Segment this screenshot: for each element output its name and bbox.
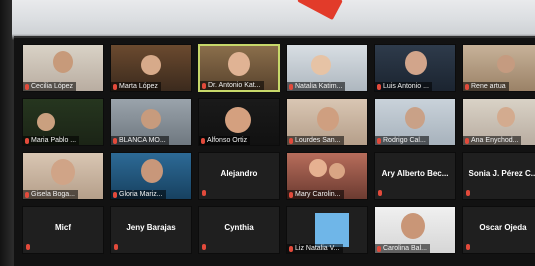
participant-tile[interactable]: Ana Enychod... [462,98,535,146]
muted-mic-icon [466,190,470,196]
participant-name: BLANCA MO... [111,136,169,145]
participant-tile[interactable]: Alfonso Ortiz [198,98,280,146]
muted-mic-icon [25,83,29,90]
muted-mic-icon [378,190,382,196]
participant-name: Natalia Katim... [287,82,346,91]
participant-name: Oscar Ojeda [479,223,527,232]
participant-tile[interactable]: Gisela Boga... [22,152,104,200]
muted-mic-icon [289,137,293,144]
participant-name: Alejandro [220,169,258,178]
participant-name: Rene artua [463,82,509,91]
participant-name: Cynthia [224,223,254,232]
muted-mic-icon [202,244,206,250]
muted-mic-icon [26,244,30,250]
muted-mic-icon [113,83,117,90]
participant-tile[interactable]: Luis Antonio ... [374,44,456,92]
muted-mic-icon [377,137,381,144]
participant-name: Jeny Barajas [126,223,176,232]
participant-name: Alfonso Ortiz [199,136,251,145]
zoom-meeting-photo: Cecilia López Marta López Dr. Antonio Ka… [0,0,535,266]
participant-tile-name-only[interactable]: Sonia J. Pérez C... [462,152,535,200]
participant-tile-name-only[interactable]: Jeny Barajas [110,206,192,254]
participant-tile[interactable]: Marta López [110,44,192,92]
muted-mic-icon [466,244,470,250]
participant-name: Carolina Bal... [375,244,430,253]
participant-name: Gloria Mariz... [111,190,166,199]
participant-tile[interactable]: Rene artua [462,44,535,92]
participant-tile-name-only[interactable]: Oscar Ojeda [462,206,535,254]
muted-mic-icon [289,83,293,90]
muted-mic-icon [377,245,381,252]
muted-mic-icon [25,191,29,198]
muted-mic-icon [201,137,205,144]
participant-gallery: Cecilia López Marta López Dr. Antonio Ka… [22,44,535,266]
participant-tile[interactable]: Rodrigo Cal... [374,98,456,146]
muted-mic-icon [113,191,117,198]
muted-mic-icon [114,244,118,250]
muted-mic-icon [289,245,293,252]
participant-name: Marta López [111,82,161,91]
participant-tile-name-only[interactable]: Ary Alberto Bec... [374,152,456,200]
participant-tile-avatar[interactable]: Liz Natalia V... [286,206,368,254]
left-bezel [0,0,12,266]
participant-name: Mary Carolin... [287,190,344,199]
video-call-window: Cecilia López Marta López Dr. Antonio Ka… [14,36,535,266]
profile-avatar [315,213,349,247]
participant-name: Dr. Antonio Kat... [200,81,264,90]
muted-mic-icon [202,190,206,196]
participant-tile[interactable]: Mary Carolin... [286,152,368,200]
participant-name: Lourdes San... [287,136,344,145]
participant-name: Liz Natalia V... [287,244,343,253]
participant-tile-active-speaker[interactable]: Dr. Antonio Kat... [198,44,280,92]
red-decor [297,0,343,21]
participant-name: Maria Pablo ... [23,136,80,145]
participant-name: Gisela Boga... [23,190,78,199]
participant-tile-name-only[interactable]: Micf [22,206,104,254]
participant-tile-name-only[interactable]: Alejandro [198,152,280,200]
muted-mic-icon [25,137,29,144]
participant-name: Rodrigo Cal... [375,136,429,145]
muted-mic-icon [113,137,117,144]
participant-name: Ary Alberto Bec... [381,169,449,178]
participant-tile[interactable]: Carolina Bal... [374,206,456,254]
participant-tile-name-only[interactable]: Cynthia [198,206,280,254]
participant-tile[interactable]: Cecilia López [22,44,104,92]
participant-tile[interactable]: Natalia Katim... [286,44,368,92]
muted-mic-icon [377,83,381,90]
participant-tile[interactable]: Gloria Mariz... [110,152,192,200]
participant-name: Micf [55,223,71,232]
muted-mic-icon [465,83,469,90]
participant-name: Luis Antonio ... [375,82,432,91]
participant-name: Sonia J. Pérez C... [468,169,535,178]
muted-mic-icon [289,191,293,198]
muted-mic-icon [202,82,206,89]
muted-mic-icon [465,137,469,144]
participant-tile[interactable]: Lourdes San... [286,98,368,146]
participant-name: Ana Enychod... [463,136,522,145]
participant-tile[interactable]: BLANCA MO... [110,98,192,146]
participant-tile[interactable]: Maria Pablo ... [22,98,104,146]
participant-name: Cecilia López [23,82,77,91]
